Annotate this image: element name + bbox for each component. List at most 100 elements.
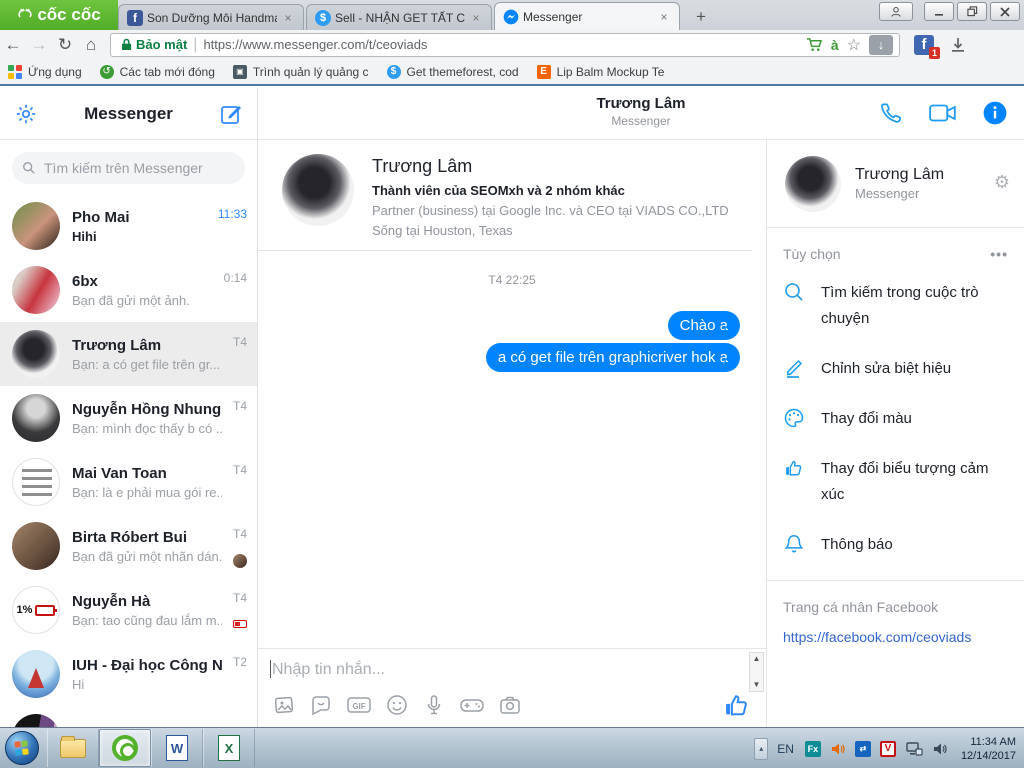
- coccoc-logo[interactable]: cốc cốc: [0, 0, 118, 30]
- tab-close-icon[interactable]: ×: [469, 11, 483, 25]
- read-receipt-avatar: [233, 620, 247, 628]
- facebook-extension-icon[interactable]: f 1: [914, 34, 940, 59]
- option-search-in-conversation[interactable]: Tìm kiếm trong cuộc trò chuyện: [767, 268, 1024, 344]
- security-indicator[interactable]: Bảo mật: [115, 37, 193, 52]
- cart-icon[interactable]: [806, 37, 823, 52]
- bookmark-themeforest[interactable]: $ Get themeforest, cod: [386, 64, 519, 79]
- browser-toolbar: ← → ↻ ⌂ Bảo mật | https://www.messenger.…: [0, 30, 1024, 59]
- conversation-row-nguyen-hong-nhung[interactable]: Nguyễn Hồng Nhung Bạn: mình đọc thấy b c…: [0, 386, 257, 450]
- bookmark-ads-manager[interactable]: ▣ Trình quản lý quảng c: [232, 64, 369, 79]
- option-change-color[interactable]: Thay đổi màu: [767, 394, 1024, 444]
- sticker-icon[interactable]: [309, 693, 333, 717]
- like-icon[interactable]: [722, 691, 750, 719]
- back-button[interactable]: ←: [0, 35, 26, 55]
- conversation-preview: Bạn đã gửi một nhãn dán.: [72, 548, 222, 564]
- taskbar-word[interactable]: W: [151, 729, 203, 767]
- remote-tool-tray-icon[interactable]: ⇄: [854, 740, 871, 757]
- url-text[interactable]: https://www.messenger.com/t/ceoviads: [203, 37, 805, 52]
- video-call-icon[interactable]: [928, 101, 958, 125]
- contact-profile-block: Trương Lâm Thành viên của SEOMxh và 2 nh…: [258, 140, 752, 251]
- composer-placeholder[interactable]: Nhập tin nhắn...: [272, 661, 385, 679]
- conversation-settings-gear-icon[interactable]: ⚙: [994, 172, 1010, 193]
- adblock-icon[interactable]: à: [831, 37, 839, 53]
- taskbar-explorer[interactable]: [47, 729, 99, 767]
- info-icon[interactable]: [982, 100, 1008, 126]
- settings-gear-icon[interactable]: [14, 102, 38, 126]
- volume-icon[interactable]: [932, 741, 948, 757]
- home-button[interactable]: ⌂: [78, 35, 104, 55]
- downloads-icon[interactable]: [950, 37, 966, 53]
- call-icon[interactable]: [878, 100, 904, 126]
- search-input[interactable]: Tìm kiếm trên Messenger: [12, 152, 245, 184]
- bookmark-recent-tabs[interactable]: ↺ Các tab mới đóng: [99, 64, 215, 79]
- tab-messenger[interactable]: Messenger ×: [494, 2, 680, 30]
- palette-icon: [784, 408, 804, 428]
- forward-button[interactable]: →: [26, 35, 52, 55]
- camera-icon[interactable]: [498, 693, 522, 717]
- tab-seller[interactable]: $ Sell - NHẬN GET TẤT CẢ T ×: [306, 4, 492, 30]
- scroll-up-icon[interactable]: ▲: [753, 655, 761, 663]
- gif-icon[interactable]: GIF: [346, 693, 372, 717]
- show-hidden-icons-button[interactable]: ▴: [754, 737, 769, 760]
- folder-icon: [60, 735, 86, 758]
- close-button[interactable]: [990, 2, 1020, 21]
- details-name: Trương Lâm: [855, 166, 945, 183]
- options-menu-icon[interactable]: •••: [990, 246, 1008, 262]
- option-change-emoji[interactable]: Thay đổi biểu tượng cảm xúc: [767, 444, 1024, 520]
- history-icon: ↺: [99, 64, 114, 79]
- taskbar-excel[interactable]: X: [203, 729, 255, 767]
- option-label: Thay đổi biểu tượng cảm xúc: [821, 460, 989, 503]
- conversation-row-dat-lanh-team[interactable]: Đất lành team: [0, 706, 257, 727]
- excel-icon: X: [218, 735, 240, 761]
- download-page-button[interactable]: ↓: [869, 34, 893, 55]
- message-list[interactable]: T4 22:25 Chào a a có get file trên graph…: [258, 251, 766, 581]
- avatar: [12, 522, 60, 570]
- message-composer: Nhập tin nhắn... ▲ ▼ GIF: [258, 648, 766, 727]
- clock-time: 11:34 AM: [970, 735, 1016, 748]
- conversation-row-nguyen-ha[interactable]: 1% Nguyễn Hà Bạn: tao cũng đau lắm m... …: [0, 578, 257, 642]
- language-indicator[interactable]: EN: [777, 742, 794, 756]
- conversation-row-mai-van-toan[interactable]: Mai Van Toan Bạn: là e phải mua gói re..…: [0, 450, 257, 514]
- conversation-row-birta-robert-bui[interactable]: Birta Róbert Bui Bạn đã gửi một nhãn dán…: [0, 514, 257, 578]
- restore-button[interactable]: [957, 2, 987, 21]
- conversation-row-truong-lam[interactable]: Trương Lâm Bạn: a có get file trên gr...…: [0, 322, 257, 386]
- composer-scrollbar[interactable]: ▲ ▼: [749, 652, 764, 692]
- clock[interactable]: 11:34 AM 12/14/2017: [961, 735, 1016, 763]
- microphone-icon[interactable]: [422, 693, 446, 717]
- photo-icon[interactable]: [272, 693, 296, 717]
- conversation-row-iuh[interactable]: IUH - Đại học Công N... Hi T2: [0, 642, 257, 706]
- option-edit-nickname[interactable]: Chỉnh sửa biệt hiệu: [767, 344, 1024, 394]
- bookmark-apps[interactable]: Ứng dụng: [8, 64, 82, 79]
- profile-button[interactable]: [879, 2, 913, 21]
- network-icon[interactable]: [905, 741, 923, 757]
- minimize-button[interactable]: [924, 2, 954, 21]
- contact-name: Trương Lâm: [372, 156, 473, 176]
- conversation-row-pho-mai[interactable]: Pho Mai Hihi 11:33: [0, 194, 257, 258]
- seller-favicon: $: [315, 9, 331, 26]
- facebook-profile-link[interactable]: https://facebook.com/ceoviads: [783, 629, 1008, 645]
- bookmark-star-icon[interactable]: ☆: [847, 35, 861, 55]
- tab-facebook[interactable]: f Son Dưỡng Môi Handmad ×: [118, 4, 304, 30]
- volume-orange-icon[interactable]: [830, 741, 846, 757]
- scroll-down-icon[interactable]: ▼: [753, 681, 761, 689]
- address-bar[interactable]: Bảo mật | https://www.messenger.com/t/ce…: [110, 32, 900, 57]
- windows-flag-icon: [14, 740, 29, 756]
- compose-icon[interactable]: [219, 102, 243, 126]
- conversation-row-6bx[interactable]: 6bx Bạn đã gửi một ảnh. 0:14: [0, 258, 257, 322]
- tab-close-icon[interactable]: ×: [657, 10, 671, 24]
- contact-avatar[interactable]: [282, 154, 354, 226]
- reload-button[interactable]: ↻: [52, 35, 78, 55]
- sent-message-bubble[interactable]: a có get file trên graphicriver hok ạ: [485, 343, 740, 372]
- option-notifications[interactable]: Thông báo: [767, 520, 1024, 570]
- unikey-tray-icon[interactable]: V: [879, 740, 896, 757]
- details-avatar[interactable]: [785, 155, 841, 212]
- browser-tab-strip: cốc cốc f Son Dưỡng Môi Handmad × $ Sell…: [0, 0, 1024, 30]
- taskbar-coccoc[interactable]: [99, 729, 151, 767]
- bookmark-etsy[interactable]: E Lip Balm Mockup Te: [536, 64, 664, 79]
- emoji-icon[interactable]: [385, 693, 409, 717]
- tab-close-icon[interactable]: ×: [281, 11, 295, 25]
- new-tab-button[interactable]: +: [686, 6, 716, 28]
- gamepad-icon[interactable]: [459, 693, 485, 717]
- start-button[interactable]: [5, 731, 39, 765]
- fx-tray-icon[interactable]: Fx: [804, 740, 821, 757]
